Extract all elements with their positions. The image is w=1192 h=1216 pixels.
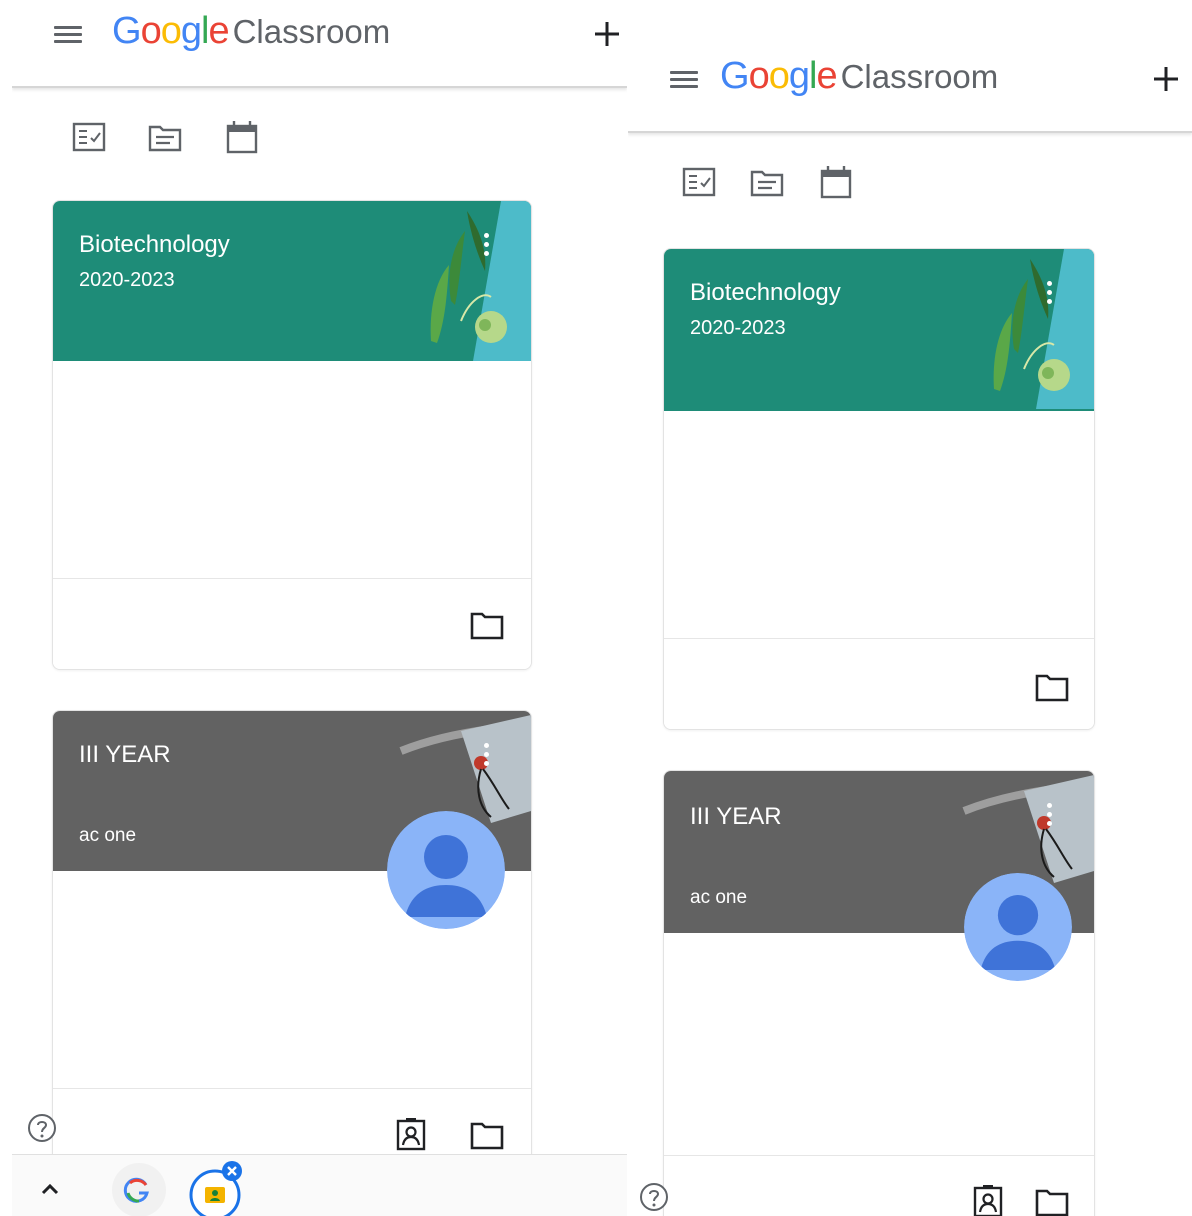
folder-icon xyxy=(470,612,504,640)
your-work-button[interactable] xyxy=(393,1115,429,1151)
folder-button[interactable] xyxy=(469,1117,505,1153)
classroom-screen-right: Google Classroom Biotechnology 2020-2023… xyxy=(628,45,1192,1216)
app-header: Google Classroom xyxy=(628,45,1192,133)
app-header: Google Classroom xyxy=(12,0,627,88)
folder-button[interactable] xyxy=(1034,1184,1070,1216)
hamburger-menu-icon[interactable] xyxy=(668,67,704,95)
class-options-kebab-icon[interactable] xyxy=(1044,803,1054,831)
to-do-button[interactable] xyxy=(680,163,720,203)
class-card-iii-year[interactable]: III YEAR ac one xyxy=(52,710,532,1216)
class-title[interactable]: III YEAR xyxy=(79,741,171,769)
class-section: 2020-2023 xyxy=(79,269,175,291)
folder-button[interactable] xyxy=(469,607,505,643)
bottom-shelf xyxy=(12,1154,627,1216)
class-card-footer xyxy=(53,578,531,669)
class-title[interactable]: Biotechnology xyxy=(79,231,230,259)
person-avatar-icon xyxy=(387,811,505,929)
peas-illustration xyxy=(954,249,1094,409)
class-card-footer xyxy=(664,638,1094,729)
classroom-wordmark: Classroom xyxy=(232,13,391,50)
folder-icon xyxy=(470,1122,504,1150)
classroom-chat-bubble[interactable] xyxy=(186,1161,244,1216)
class-card-iii-year[interactable]: III YEAR ac one xyxy=(663,770,1095,1216)
class-banner: Biotechnology 2020-2023 xyxy=(53,201,531,361)
to-review-icon xyxy=(750,170,784,197)
assignment-ind-icon xyxy=(973,1185,1003,1216)
teacher-avatar[interactable] xyxy=(387,811,505,929)
person-avatar-icon xyxy=(964,873,1072,981)
class-title[interactable]: Biotechnology xyxy=(690,279,841,307)
help-question-icon xyxy=(640,1183,668,1211)
google-app-bubble[interactable] xyxy=(112,1163,166,1216)
expand-shelf-button[interactable] xyxy=(38,1177,62,1201)
to-review-button[interactable] xyxy=(146,118,186,158)
google-wordmark: Google xyxy=(720,55,838,97)
class-banner: Biotechnology 2020-2023 xyxy=(664,249,1094,411)
calendar-button[interactable] xyxy=(222,118,262,158)
add-class-button[interactable] xyxy=(1146,59,1186,99)
add-class-button[interactable] xyxy=(587,14,627,54)
hamburger-menu-icon[interactable] xyxy=(52,22,88,50)
class-options-kebab-icon[interactable] xyxy=(481,743,491,771)
to-review-icon xyxy=(148,125,182,152)
google-classroom-logo[interactable]: Google Classroom xyxy=(112,10,390,53)
assignment-ind-icon xyxy=(396,1118,426,1151)
class-options-kebab-icon[interactable] xyxy=(481,233,491,261)
help-button[interactable] xyxy=(26,1112,58,1144)
classroom-wordmark: Classroom xyxy=(840,58,999,95)
class-title[interactable]: III YEAR xyxy=(690,803,782,831)
to-do-button[interactable] xyxy=(70,118,110,158)
folder-icon xyxy=(1035,1189,1069,1216)
plus-icon xyxy=(1154,67,1178,91)
calendar-icon xyxy=(226,121,258,154)
class-section: 2020-2023 xyxy=(690,317,786,339)
chevron-up-icon xyxy=(41,1183,59,1195)
to-do-checklist-icon xyxy=(72,122,106,152)
to-do-checklist-icon xyxy=(682,167,716,197)
teacher-avatar[interactable] xyxy=(964,873,1072,981)
plus-icon xyxy=(595,22,619,46)
your-work-button[interactable] xyxy=(970,1182,1006,1216)
folder-button[interactable] xyxy=(1034,669,1070,705)
calendar-button[interactable] xyxy=(816,163,856,203)
google-classroom-logo[interactable]: Google Classroom xyxy=(720,55,998,98)
google-wordmark: Google xyxy=(112,10,230,52)
folder-icon xyxy=(1035,674,1069,702)
class-card-biotechnology[interactable]: Biotechnology 2020-2023 xyxy=(663,248,1095,730)
help-question-icon xyxy=(28,1114,56,1142)
google-g-icon xyxy=(123,1177,149,1203)
class-options-kebab-icon[interactable] xyxy=(1044,281,1054,309)
to-review-button[interactable] xyxy=(748,163,788,203)
class-card-footer xyxy=(664,1155,1094,1216)
calendar-icon xyxy=(820,166,852,199)
class-owner: ac one xyxy=(79,825,137,846)
help-button[interactable] xyxy=(638,1181,670,1213)
class-owner: ac one xyxy=(690,887,748,908)
peas-illustration xyxy=(391,201,531,361)
class-card-biotechnology[interactable]: Biotechnology 2020-2023 xyxy=(52,200,532,670)
classroom-bubble-icon xyxy=(189,1161,242,1216)
classroom-screen-left: Google Classroom Biotechnology 2020-2023… xyxy=(12,0,627,1216)
split-screenshot: Google Classroom Biotechnology 2020-2023… xyxy=(0,0,1192,1216)
